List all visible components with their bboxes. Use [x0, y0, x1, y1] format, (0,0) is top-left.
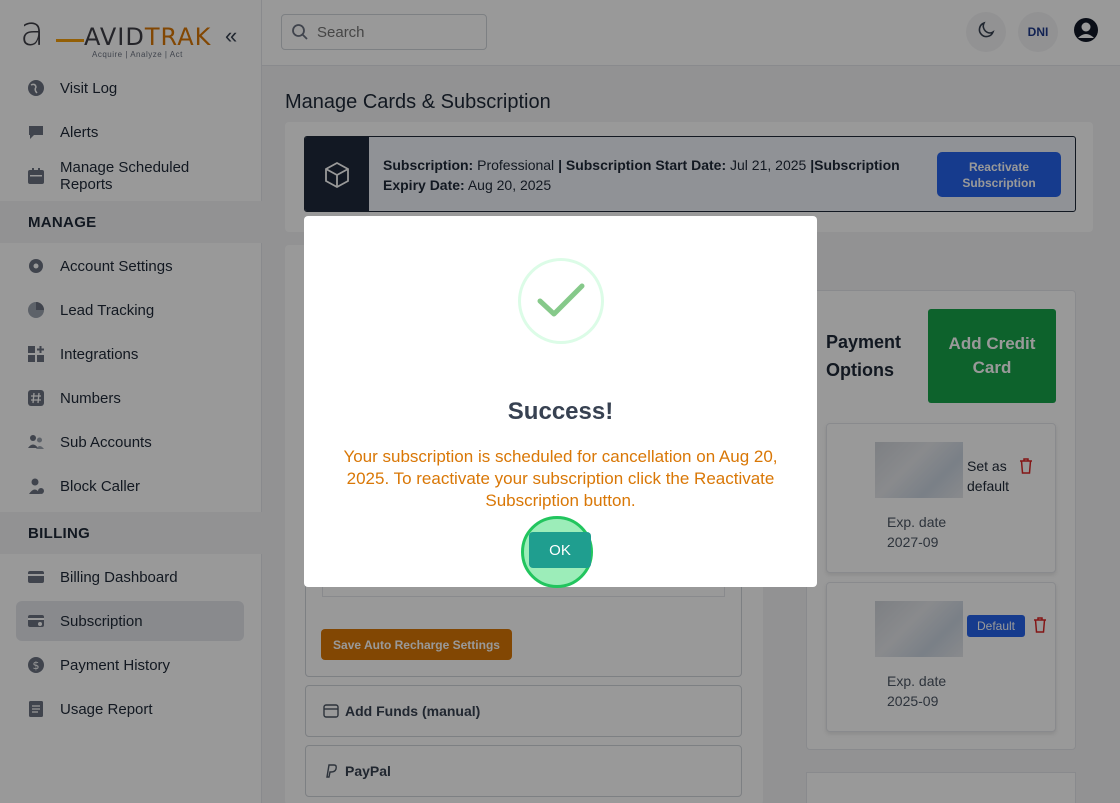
success-check-icon	[518, 258, 604, 344]
dialog-title: Success!	[507, 398, 614, 425]
dialog-message: Your subscription is scheduled for cance…	[343, 447, 778, 510]
ok-button[interactable]: OK	[529, 532, 591, 568]
success-dialog: Success! Your subscription is scheduled …	[304, 216, 817, 588]
